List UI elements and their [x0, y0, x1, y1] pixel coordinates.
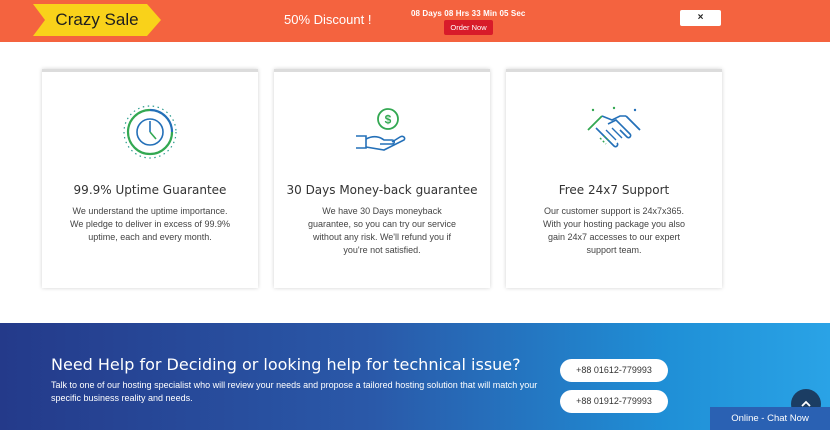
sale-badge-label: Crazy Sale: [55, 10, 139, 29]
feature-title: 99.9% Uptime Guarantee: [73, 183, 227, 197]
phone-button-1[interactable]: +88 01612-779993: [560, 359, 668, 382]
svg-text:$: $: [385, 113, 392, 127]
feature-desc: We have 30 Days moneyback guarantee, so …: [307, 206, 457, 255]
handshake-icon: [584, 102, 644, 162]
uptime-gauge-icon: [120, 102, 180, 162]
help-description: Talk to one of our hosting specialist wh…: [51, 380, 538, 403]
feature-title: Free 24x7 Support: [558, 183, 670, 197]
order-now-button[interactable]: Order Now: [444, 20, 493, 35]
feature-title: 30 Days Money-back guarantee: [286, 183, 478, 197]
promo-bar: Crazy Sale 50% Discount ! 08 Days 08 Hrs…: [0, 0, 830, 42]
live-chat-button[interactable]: Online - Chat Now: [710, 407, 830, 430]
money-hand-icon: $: [352, 102, 412, 162]
feature-card-uptime: 99.9% Uptime Guarantee We understand the…: [42, 69, 258, 288]
help-title: Need Help for Deciding or looking help f…: [51, 355, 521, 374]
discount-text: 50% Discount !: [284, 12, 372, 27]
close-promo-button[interactable]: ×: [680, 10, 721, 26]
help-banner: Need Help for Deciding or looking help f…: [0, 323, 830, 430]
countdown-timer: 08 Days 08 Hrs 33 Min 05 Sec: [411, 9, 526, 18]
feature-desc: Our customer support is 24x7x365. With y…: [542, 206, 686, 255]
feature-card-support: Free 24x7 Support Our customer support i…: [506, 69, 722, 288]
feature-card-moneyback: $ 30 Days Money-back guarantee We have 3…: [274, 69, 490, 288]
phone-button-2[interactable]: +88 01912-779993: [560, 390, 668, 413]
feature-desc: We understand the uptime importance. We …: [70, 206, 230, 242]
crazy-sale-badge: Crazy Sale: [33, 4, 161, 36]
